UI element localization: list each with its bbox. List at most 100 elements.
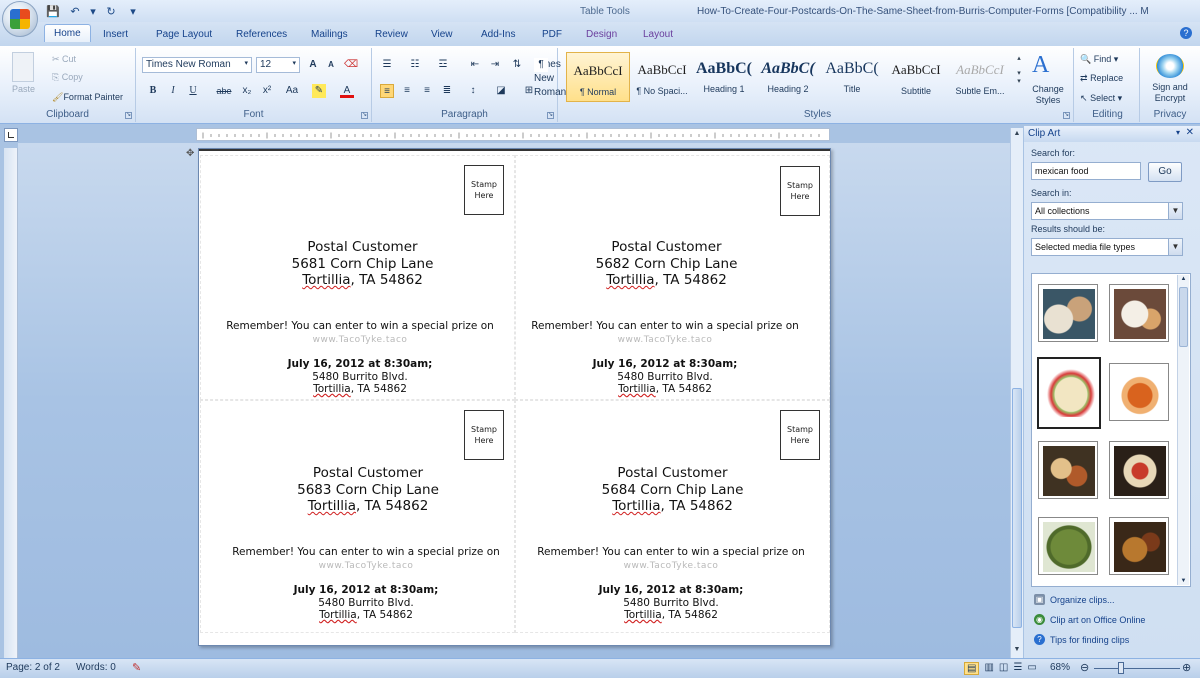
- clip-thumbnail[interactable]: [1109, 517, 1169, 575]
- scroll-thumb[interactable]: [1179, 287, 1188, 347]
- italic-button[interactable]: I: [166, 84, 180, 98]
- style-normal[interactable]: AaBbCcI ¶ Normal: [566, 52, 630, 102]
- full-screen-reading-icon[interactable]: ▥: [984, 662, 993, 675]
- align-left-icon[interactable]: ≡: [380, 84, 394, 98]
- document-page[interactable]: Stamp Here Postal Customer 5681 Corn Chi…: [198, 148, 831, 646]
- sign-encrypt-icon[interactable]: [1156, 54, 1184, 78]
- decrease-indent-icon[interactable]: ⇤: [468, 58, 482, 72]
- document-scrollbar[interactable]: ▲ ▼: [1010, 128, 1023, 658]
- strikethrough-button[interactable]: abe: [214, 84, 234, 98]
- word-count[interactable]: Words: 0: [76, 662, 116, 673]
- copy-button[interactable]: ⎘ Copy: [52, 72, 83, 83]
- scroll-up-icon[interactable]: ▲: [1012, 130, 1022, 140]
- zoom-slider[interactable]: [1094, 668, 1180, 669]
- justify-icon[interactable]: ≣: [440, 84, 454, 98]
- change-styles-icon[interactable]: A: [1032, 52, 1049, 79]
- chevron-down-icon[interactable]: ▼: [1168, 239, 1182, 255]
- highlight-icon[interactable]: ✎: [312, 84, 326, 98]
- horizontal-ruler[interactable]: [196, 128, 830, 141]
- search-input[interactable]: mexican food: [1031, 162, 1141, 180]
- tab-view[interactable]: View: [422, 26, 462, 43]
- grow-font-button[interactable]: A: [306, 58, 320, 72]
- zoom-out-icon[interactable]: ⊖: [1080, 661, 1089, 674]
- zoom-in-icon[interactable]: ⊕: [1182, 661, 1191, 674]
- clip-thumbnail[interactable]: [1109, 284, 1169, 342]
- office-button[interactable]: [2, 1, 38, 37]
- shrink-font-button[interactable]: A: [324, 58, 338, 72]
- tab-layout[interactable]: Layout: [634, 26, 682, 43]
- chevron-down-icon[interactable]: ▼: [1168, 203, 1182, 219]
- select-button[interactable]: ↖ Select ▾: [1080, 93, 1122, 104]
- proofing-icon[interactable]: ✎: [132, 661, 141, 674]
- organize-clips-link[interactable]: ▣ Organize clips...: [1034, 594, 1115, 605]
- zoom-level[interactable]: 68%: [1050, 662, 1070, 673]
- bold-button[interactable]: B: [146, 84, 160, 98]
- search-in-select[interactable]: All collections ▼: [1031, 202, 1183, 220]
- tab-page-layout[interactable]: Page Layout: [147, 26, 221, 43]
- undo-icon[interactable]: ↶: [68, 5, 82, 18]
- underline-button[interactable]: U: [186, 84, 200, 98]
- paragraph-launcher-icon[interactable]: ↘: [547, 112, 554, 119]
- promo-url[interactable]: www.TacoTyke.taco: [507, 335, 823, 345]
- promo-url[interactable]: www.TacoTyke.taco: [199, 561, 533, 571]
- cut-button[interactable]: ✂ Cut: [52, 54, 76, 65]
- office-online-link[interactable]: ◉ Clip art on Office Online: [1034, 614, 1145, 625]
- style-subtitle[interactable]: AaBbCcI Subtitle: [884, 52, 948, 102]
- pilcrow-icon[interactable]: ¶: [534, 58, 548, 72]
- tips-link[interactable]: ? Tips for finding clips: [1034, 634, 1129, 645]
- increase-indent-icon[interactable]: ⇥: [488, 58, 502, 72]
- media-type-select[interactable]: Selected media file types ▼: [1031, 238, 1183, 256]
- format-painter-button[interactable]: 🖌Format Painter: [52, 92, 123, 103]
- shading-icon[interactable]: ◪: [494, 84, 508, 98]
- promo-url[interactable]: www.TacoTyke.taco: [513, 561, 829, 571]
- chevron-down-icon[interactable]: ▾: [292, 59, 296, 67]
- subscript-button[interactable]: x₂: [240, 84, 254, 98]
- web-layout-icon[interactable]: ◫: [999, 662, 1008, 675]
- change-case-button[interactable]: Aa: [282, 84, 302, 98]
- print-layout-icon[interactable]: ▤: [964, 662, 980, 675]
- chevron-down-icon[interactable]: ▾: [244, 59, 248, 67]
- page-indicator[interactable]: Page: 2 of 2: [6, 662, 60, 673]
- bullets-icon[interactable]: ☰: [380, 58, 394, 72]
- font-launcher-icon[interactable]: ↘: [361, 112, 368, 119]
- styles-launcher-icon[interactable]: ↘: [1063, 112, 1070, 119]
- tab-insert[interactable]: Insert: [94, 26, 137, 43]
- style-heading-1[interactable]: AaBbC(Heading 1: [692, 52, 756, 102]
- superscript-button[interactable]: x²: [260, 84, 274, 98]
- tab-references[interactable]: References: [227, 26, 296, 43]
- clipboard-launcher-icon[interactable]: ↘: [125, 112, 132, 119]
- borders-icon[interactable]: ⊞: [522, 84, 536, 98]
- scroll-thumb[interactable]: [1012, 388, 1022, 628]
- scroll-up-icon[interactable]: ▲: [1179, 276, 1188, 282]
- align-center-icon[interactable]: ≡: [400, 84, 414, 98]
- styles-scroll-icon[interactable]: ▴ ▾ ▾: [1014, 54, 1024, 98]
- help-icon[interactable]: ?: [1180, 27, 1192, 39]
- scroll-down-icon[interactable]: ▼: [1012, 646, 1022, 656]
- clip-thumbnail[interactable]: [1038, 441, 1098, 499]
- tab-add-ins[interactable]: Add-Ins: [472, 26, 524, 43]
- tab-review[interactable]: Review: [366, 26, 417, 43]
- table-move-handle-icon[interactable]: ✥: [186, 148, 194, 159]
- paste-button[interactable]: Paste: [12, 84, 35, 94]
- style-title[interactable]: AaBbC(Title: [820, 52, 884, 102]
- replace-button[interactable]: ⇄ Replace: [1080, 73, 1123, 84]
- clip-thumbnail[interactable]: [1038, 517, 1098, 575]
- clip-thumbnail[interactable]: [1109, 363, 1169, 421]
- dropdown-icon[interactable]: ▾: [90, 5, 96, 18]
- tab-mailings[interactable]: Mailings: [302, 26, 357, 43]
- numbering-icon[interactable]: ☷: [408, 58, 422, 72]
- save-icon[interactable]: 💾: [46, 5, 60, 18]
- style-heading-2[interactable]: AaBbC(Heading 2: [756, 52, 820, 102]
- multilevel-list-icon[interactable]: ☲: [436, 58, 450, 72]
- font-color-button[interactable]: A: [340, 84, 354, 98]
- sign-encrypt-button[interactable]: Sign and Encrypt: [1142, 82, 1198, 104]
- tab-pdf[interactable]: PDF: [533, 26, 571, 43]
- clip-thumbnail[interactable]: [1038, 284, 1098, 342]
- font-size-combo[interactable]: 12 ▾: [256, 57, 300, 73]
- ruler-toggle-button[interactable]: [4, 128, 18, 142]
- clip-thumbnail[interactable]: [1109, 441, 1169, 499]
- pane-menu-icon[interactable]: ▾: [1176, 128, 1180, 137]
- outline-icon[interactable]: ☰: [1013, 662, 1022, 675]
- clear-format-icon[interactable]: ⌫: [344, 58, 358, 72]
- vertical-ruler[interactable]: [4, 148, 18, 658]
